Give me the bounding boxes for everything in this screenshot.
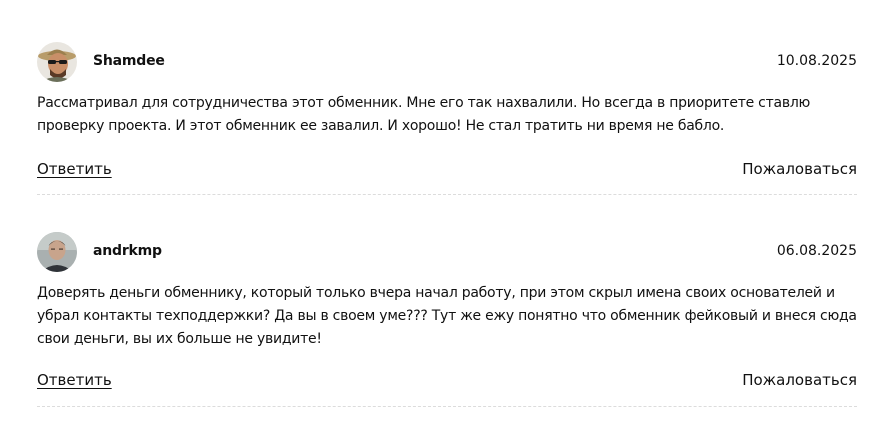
comment-date: 06.08.2025: [776, 243, 857, 259]
report-link[interactable]: Пожаловаться: [742, 371, 857, 389]
comment-text: Доверять деньги обменнику, который тольк…: [37, 285, 857, 347]
avatar-man-with-hat-icon: [37, 42, 77, 82]
comment-text: Рассматривал для сотрудничества этот обм…: [37, 95, 811, 134]
comment-author: Shamdee: [93, 53, 165, 69]
avatar-man-photo-icon: [37, 232, 77, 272]
avatar: [37, 232, 77, 272]
divider: [37, 406, 857, 407]
divider: [37, 194, 857, 195]
avatar: [37, 42, 77, 82]
comment-author: andrkmp: [93, 243, 162, 259]
report-link[interactable]: Пожаловаться: [742, 160, 857, 178]
comment-header: Shamdee 10.08.2025: [37, 40, 857, 84]
comment-actions: Ответить Пожаловаться: [37, 160, 857, 180]
comment-item: Shamdee 10.08.2025 Рассматривал для сотр…: [37, 40, 857, 195]
comment-header: andrkmp 06.08.2025: [37, 230, 857, 274]
comment-item: andrkmp 06.08.2025 Доверять деньги обмен…: [37, 230, 857, 407]
comment-date: 10.08.2025: [776, 53, 857, 69]
reply-link[interactable]: Ответить: [37, 371, 112, 389]
reply-link[interactable]: Ответить: [37, 160, 112, 178]
comment-actions: Ответить Пожаловаться: [37, 371, 857, 391]
comments-list: Shamdee 10.08.2025 Рассматривал для сотр…: [0, 0, 877, 422]
